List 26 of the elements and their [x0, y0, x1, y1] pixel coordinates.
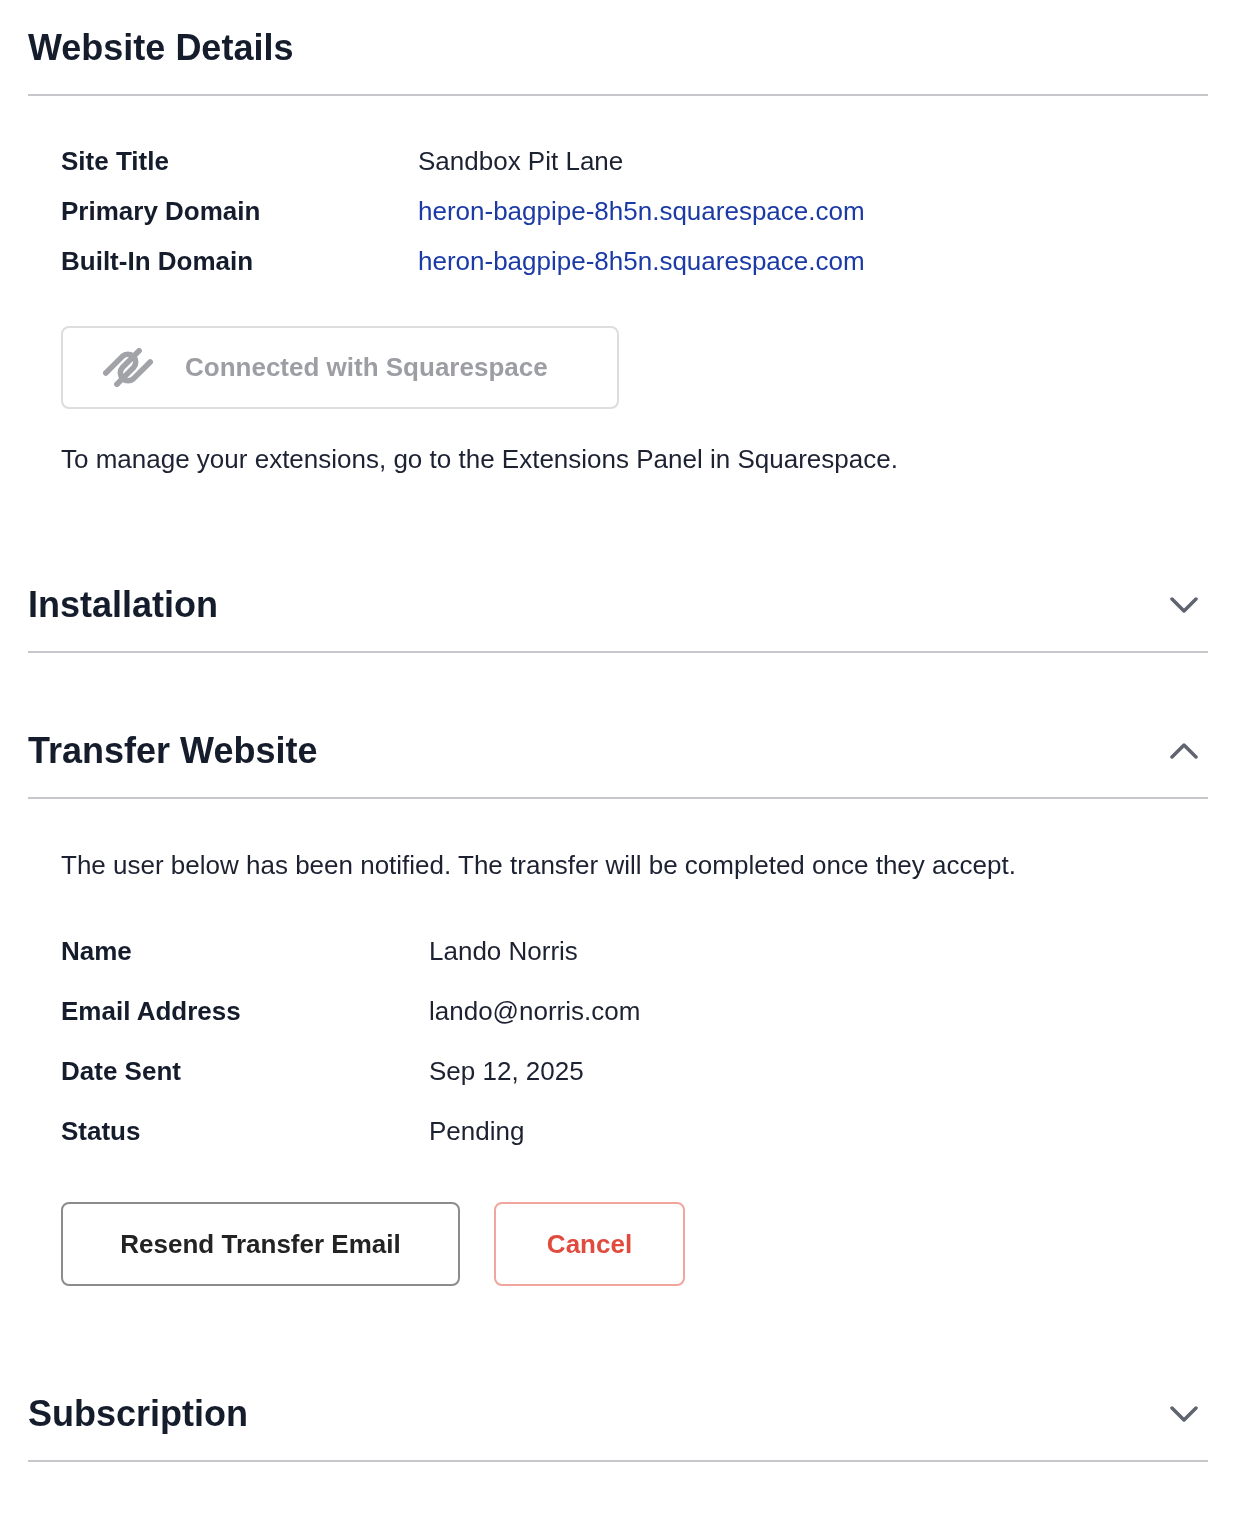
domain-link[interactable]: heron-bagpipe-8h5n.squarespace.com	[418, 186, 865, 236]
section-heading: Website Details	[28, 26, 294, 70]
field-label: Site Title	[61, 145, 170, 178]
field-label: Built-In Domain	[61, 245, 255, 278]
transfer-message: The user below has been notified. The transfer will be completed once they accept.	[61, 849, 1017, 882]
field-value: Lando Norris	[429, 935, 578, 968]
field-label: Primary Domain	[61, 195, 262, 228]
cancel-button[interactable]: Cancel	[494, 1202, 685, 1286]
chevron-down-icon[interactable]	[1170, 1406, 1198, 1422]
field-value: Pending	[429, 1115, 525, 1148]
section-heading: Transfer Website	[28, 729, 318, 773]
section-heading: Installation	[28, 583, 219, 627]
chevron-down-icon[interactable]	[1170, 597, 1198, 613]
field-value: Sep 12, 2025	[429, 1055, 584, 1088]
resend-button[interactable]: Resend Transfer Email	[61, 1202, 460, 1286]
section-heading: Subscription	[28, 1392, 248, 1436]
field-label: Status	[61, 1115, 142, 1148]
field-label: Email Address	[61, 995, 242, 1028]
field-value: Sandbox Pit Lane	[418, 145, 624, 178]
extensions-note: To manage your extensions, go to the Extensions Panel in Squarespace.	[61, 443, 899, 476]
domain-link[interactable]: heron-bagpipe-8h5n.squarespace.com	[418, 236, 865, 286]
field-value: lando@norris.com	[429, 995, 641, 1028]
field-label: Date Sent	[61, 1055, 182, 1088]
linked-loops-logo-icon	[103, 348, 153, 387]
field-label: Name	[61, 935, 133, 968]
chevron-up-icon[interactable]	[1170, 743, 1198, 759]
